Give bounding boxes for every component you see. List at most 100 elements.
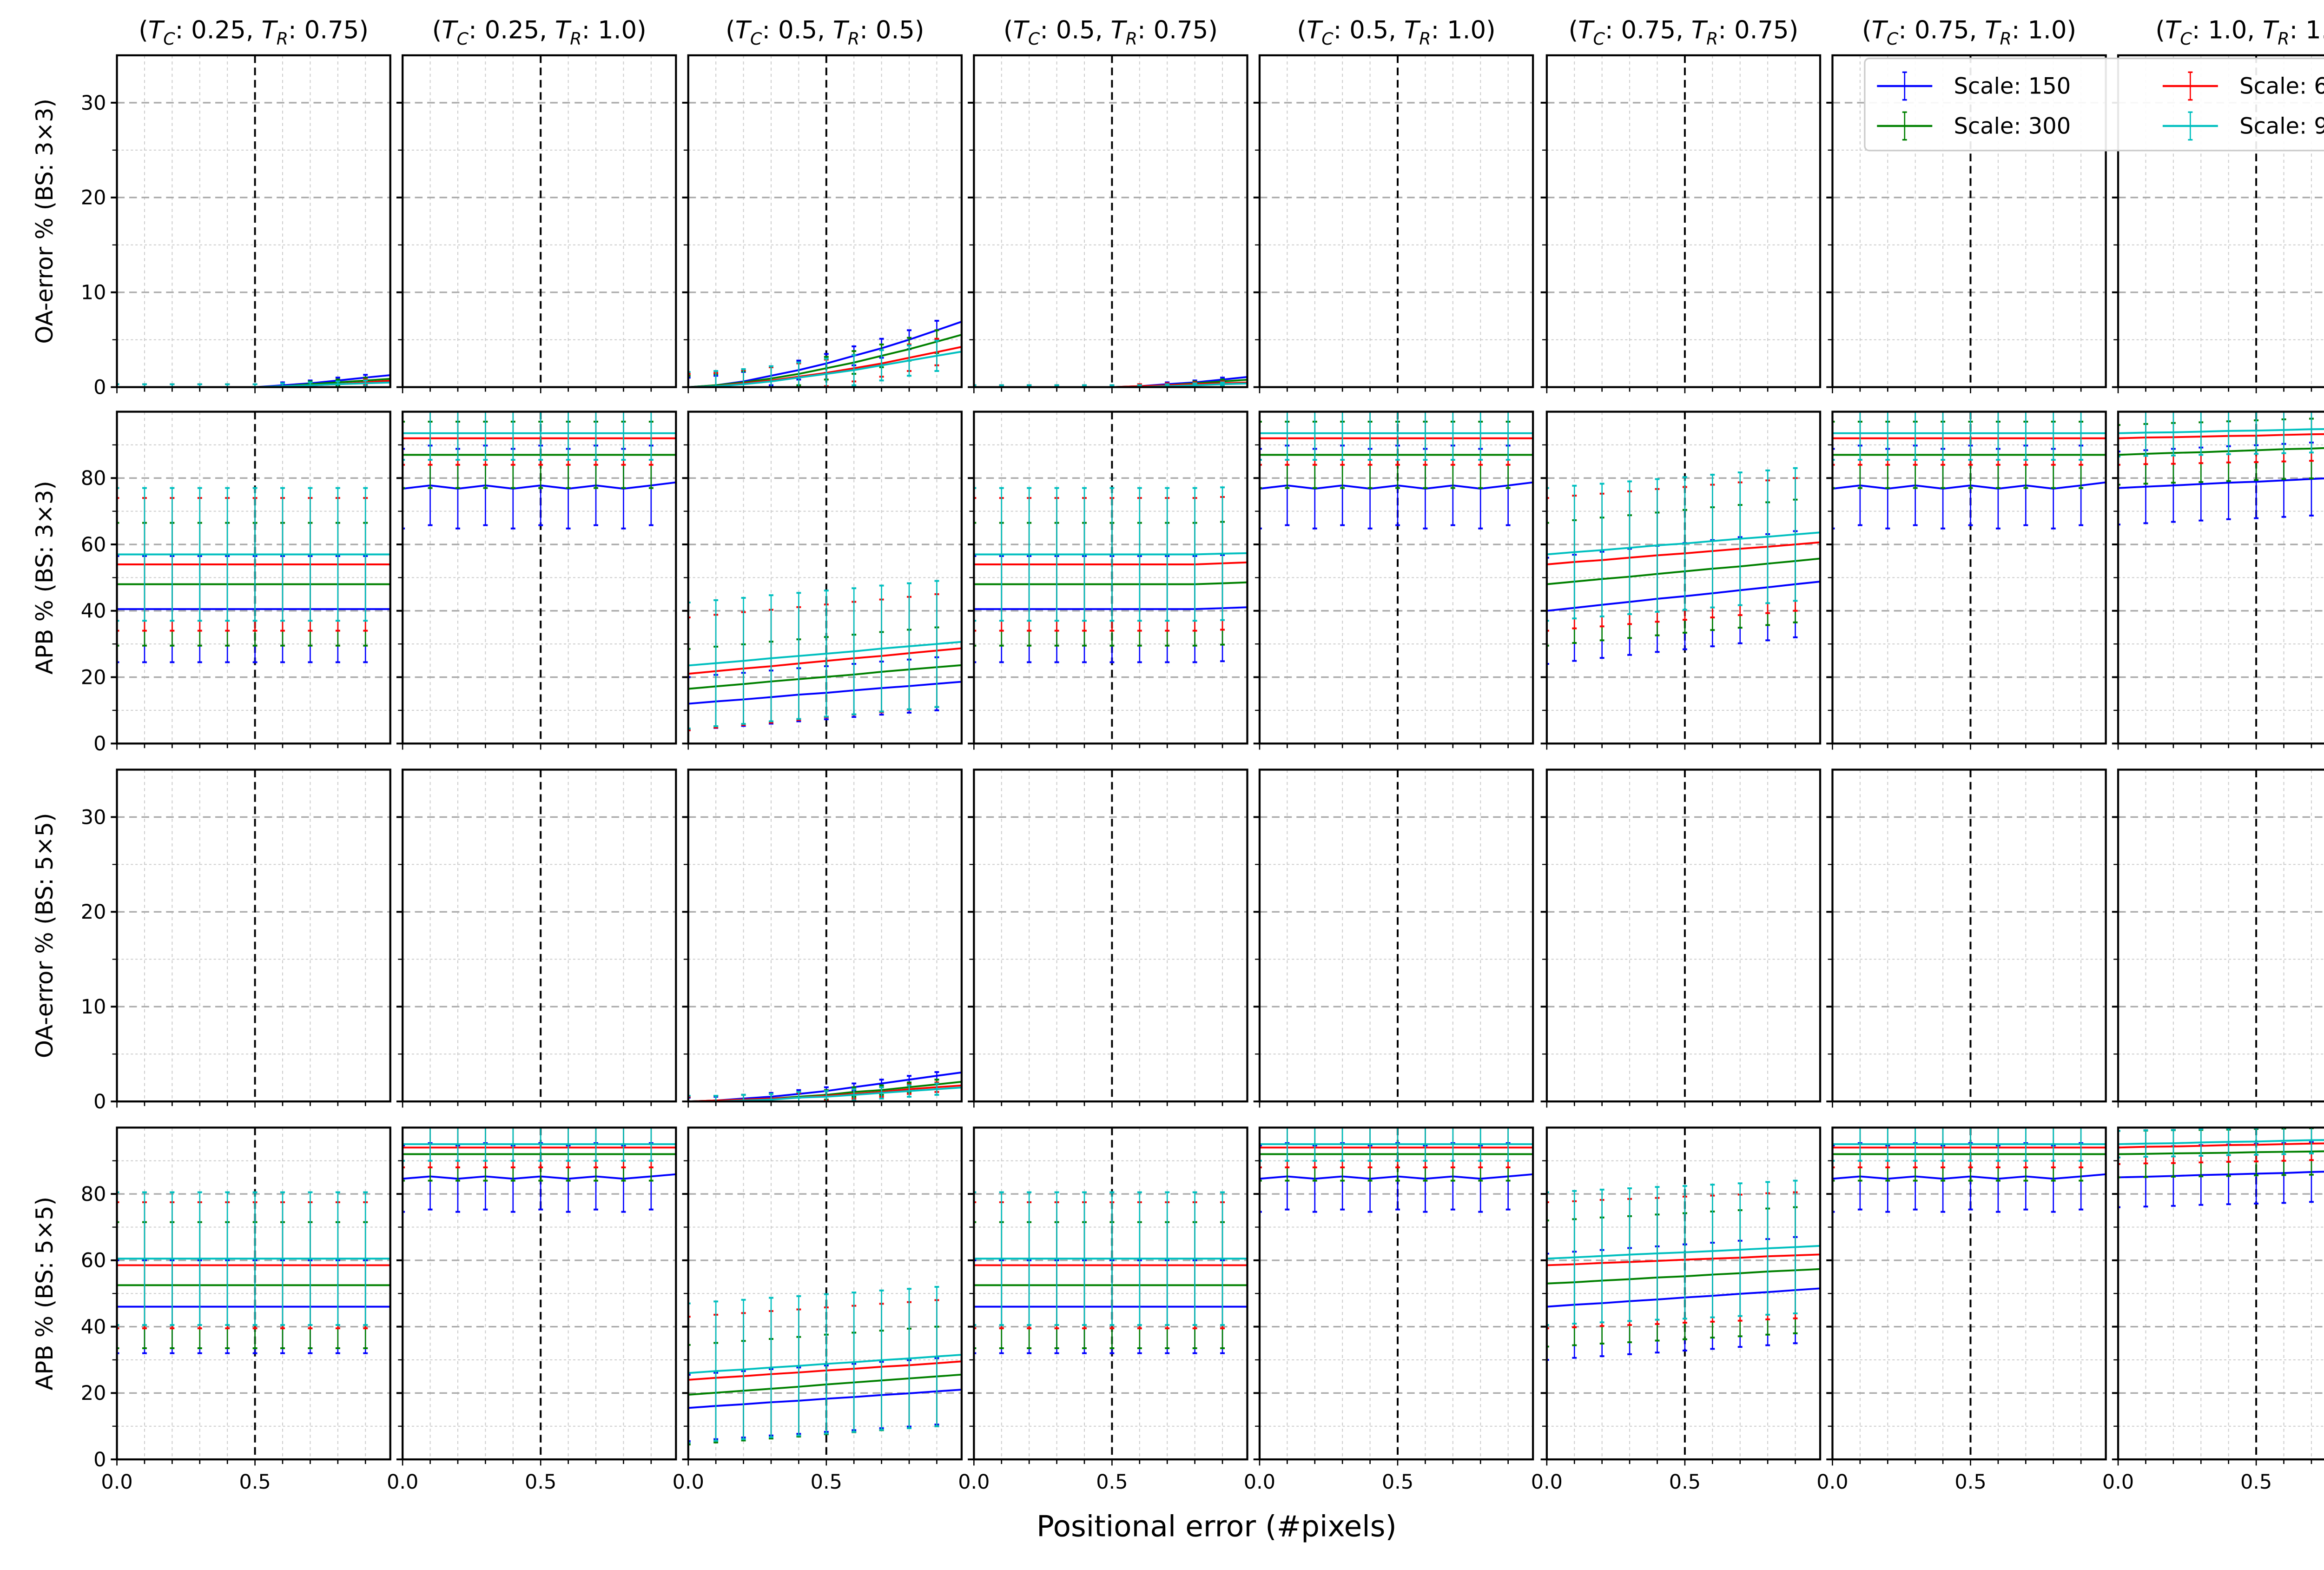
- series-group: [2118, 1127, 2324, 1208]
- column-title: (TC: 0.75, TR: 1.0): [1862, 16, 2076, 49]
- title-part: T: [1985, 16, 2001, 45]
- column-title: (TC: 0.5, TR: 1.0): [1297, 16, 1495, 49]
- title-part: C: [750, 29, 762, 49]
- axes-frame: [1545, 768, 1822, 1103]
- x-tick-label: 0.5: [1669, 1471, 1701, 1494]
- y-tick-label: 40: [81, 1315, 106, 1338]
- y-tick-label: 30: [81, 806, 106, 829]
- x-tick-label: 0.0: [673, 1471, 704, 1494]
- subplot: [682, 54, 963, 393]
- legend-label: Scale: 300: [1954, 113, 2071, 139]
- series-group: [117, 1191, 390, 1354]
- subplot: [968, 411, 1248, 750]
- subplot: 0 20 40 60 80: [81, 411, 391, 755]
- y-tick-label: 60: [81, 533, 106, 556]
- series-group: [117, 487, 390, 663]
- title-part: (: [2155, 16, 2165, 45]
- column-title: (TC: 0.25, TR: 1.0): [432, 16, 647, 49]
- title-part: R: [848, 29, 859, 49]
- y-tick-label: 10: [81, 281, 106, 305]
- series-group: [117, 374, 390, 387]
- series-group: [1832, 1127, 2106, 1213]
- column-title: (TC: 1.0, TR: 1.0): [2155, 16, 2324, 49]
- series-line: [688, 641, 962, 667]
- title-part: : 1.0,: [2192, 16, 2263, 45]
- title-part: (: [1569, 16, 1578, 45]
- y-tick-label: 20: [81, 666, 106, 689]
- title-part: (: [726, 16, 735, 45]
- subplot: 0.0 0.5: [1244, 1126, 1534, 1494]
- axes-frame: [116, 54, 391, 388]
- subplot: [396, 768, 677, 1108]
- title-part: : 0.5): [859, 16, 924, 45]
- subplot: [682, 411, 963, 750]
- y-axis-label: OA-error % (BS: 3×3): [31, 99, 58, 344]
- series-line: [403, 1173, 676, 1180]
- axes-frame: [402, 54, 677, 388]
- title-part: : 0.5,: [1040, 16, 1110, 45]
- series-line: [2118, 433, 2324, 439]
- x-tick-label: 0.5: [1096, 1471, 1128, 1494]
- subplot: 0 10 20 30: [81, 54, 391, 399]
- axes-frame: [687, 54, 963, 388]
- column-title: (TC: 0.5, TR: 0.5): [726, 16, 924, 49]
- series-line: [974, 581, 1248, 585]
- series-line: [2118, 447, 2324, 456]
- x-tick-label: 0.5: [239, 1471, 271, 1494]
- series-group: [974, 486, 1248, 663]
- title-part: : 0.75): [1718, 16, 1798, 45]
- series-line: [1546, 541, 1821, 565]
- column-title: (TC: 0.25, TR: 0.75): [139, 16, 369, 49]
- series-line: [2118, 477, 2324, 489]
- title-part: C: [1028, 29, 1040, 49]
- series-line: [2118, 1171, 2324, 1179]
- x-tick-label: 0.0: [387, 1471, 418, 1494]
- subplot: [1253, 54, 1534, 393]
- series-line: [1546, 581, 1821, 612]
- title-part: : 0.75,: [1605, 16, 1691, 45]
- title-part: T: [1691, 16, 1708, 45]
- y-tick-label: 10: [81, 995, 106, 1019]
- x-tick-label: 0.0: [1816, 1471, 1848, 1494]
- series-line: [974, 561, 1248, 565]
- axes-frame: [1545, 54, 1822, 388]
- subplot: [1826, 768, 2107, 1108]
- legend-label: Scale: 900: [2239, 113, 2324, 139]
- x-tick-label: 0.5: [811, 1471, 842, 1494]
- column-title: (TC: 0.75, TR: 0.75): [1569, 16, 1799, 49]
- title-part: T: [1110, 16, 1127, 45]
- subplot: [1540, 768, 1822, 1108]
- title-part: T: [2165, 16, 2182, 45]
- title-part: (: [432, 16, 442, 45]
- title-part: T: [833, 16, 850, 45]
- title-part: : 0.75): [288, 16, 369, 45]
- figure: (TC: 0.25, TR: 0.75) (TC: 0.25, TR: 1.0)(…: [31, 16, 2324, 1543]
- x-tick-label: 0.5: [1954, 1471, 1986, 1494]
- subplot: 0.0 0.5: [2102, 1126, 2324, 1494]
- series-line: [1546, 531, 1821, 556]
- series-line: [1546, 1287, 1821, 1308]
- axes-frame: [1831, 768, 2107, 1103]
- subplot: [1540, 411, 1822, 750]
- x-tick-label: 0.5: [2240, 1471, 2272, 1494]
- title-part: R: [1706, 29, 1718, 49]
- subplot: [1253, 411, 1534, 750]
- title-part: (: [1297, 16, 1307, 45]
- series-line: [2118, 1150, 2324, 1155]
- series-line: [688, 647, 962, 675]
- y-tick-label: 0: [93, 1448, 106, 1471]
- y-tick-label: 60: [81, 1249, 106, 1272]
- title-part: : 0.75,: [1898, 16, 1985, 45]
- title-part: T: [1578, 16, 1595, 45]
- series-group: [403, 1127, 676, 1213]
- subplot: [396, 54, 677, 393]
- y-tick-label: 20: [81, 901, 106, 924]
- y-tick-label: 30: [81, 92, 106, 115]
- subplot: [682, 768, 963, 1108]
- x-axis-label: Positional error (#pixels): [1037, 1509, 1397, 1543]
- title-part: C: [163, 29, 175, 49]
- series-line: [974, 606, 1248, 610]
- x-tick-label: 0.0: [101, 1471, 132, 1494]
- series-line: [974, 552, 1248, 556]
- subplot: 0.0 0.5: [387, 1126, 677, 1494]
